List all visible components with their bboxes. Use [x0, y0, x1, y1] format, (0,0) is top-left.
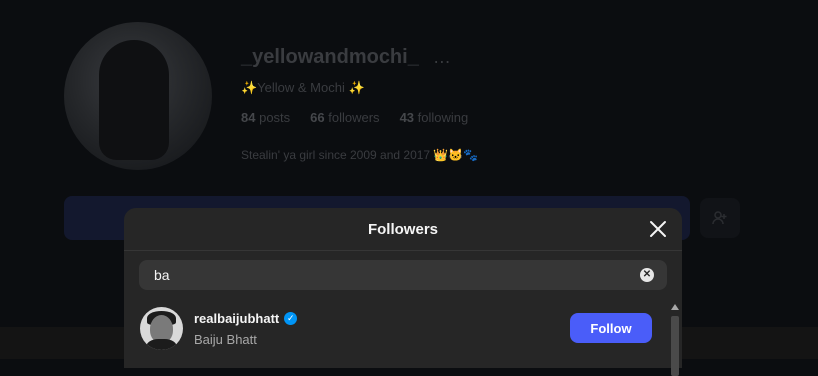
followers-list: realbaijubhatt ✓ Baiju Bhatt Follow	[124, 300, 682, 358]
clear-search-icon[interactable]: ✕	[640, 268, 654, 282]
following-stat: 43 following	[399, 110, 469, 125]
list-item[interactable]: realbaijubhatt ✓ Baiju Bhatt Follow	[124, 300, 682, 358]
posts-stat: 84 posts	[241, 110, 291, 125]
scrollbar[interactable]	[668, 300, 682, 376]
follower-username-row: realbaijubhatt ✓	[194, 311, 298, 326]
avatar-body	[146, 339, 177, 350]
add-person-icon	[700, 198, 740, 238]
profile-username: _yellowandmochi_	[241, 46, 419, 68]
profile-stats: 84 posts 66 followers 43 following	[241, 110, 468, 125]
follower-full-name: Baiju Bhatt	[194, 332, 257, 347]
modal-header: Followers	[124, 208, 682, 251]
followers-stat: 66 followers	[310, 110, 380, 125]
scroll-up-arrow-icon[interactable]	[671, 304, 679, 310]
search-input[interactable]	[139, 259, 640, 291]
follow-button[interactable]: Follow	[570, 313, 652, 343]
close-icon[interactable]	[648, 219, 668, 239]
profile-display-name: ✨Yellow & Mochi ✨	[241, 80, 365, 95]
follower-username[interactable]: realbaijubhatt	[194, 311, 279, 326]
profile-username-row: _yellowandmochi_ …	[241, 46, 452, 69]
cat-silhouette	[99, 40, 169, 160]
profile-bio: Stealin' ya girl since 2009 and 2017 👑🐱🐾	[241, 148, 479, 162]
search-box: ✕	[139, 259, 667, 291]
modal-title: Followers	[367, 220, 438, 238]
verified-badge-icon: ✓	[284, 312, 298, 325]
more-options-icon: …	[432, 47, 452, 67]
avatar[interactable]	[140, 307, 183, 350]
profile-avatar	[64, 22, 212, 170]
scroll-thumb[interactable]	[671, 316, 679, 376]
followers-modal: Followers ✕ realbaijubhatt ✓ Baiju Bhatt…	[124, 208, 682, 376]
